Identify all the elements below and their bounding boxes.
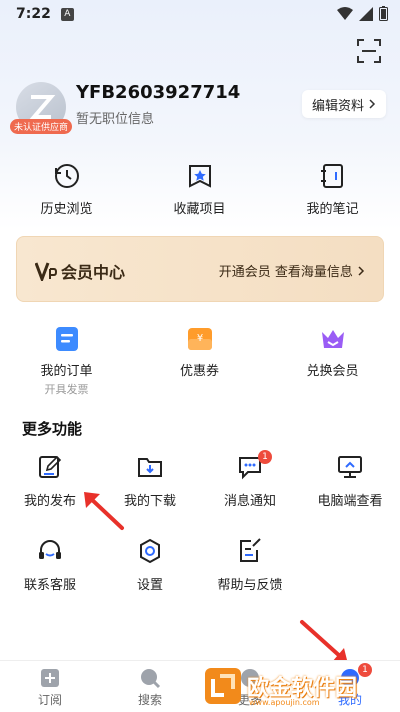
job-title: 暂无职位信息 [76,112,155,127]
chevron-right-icon [358,266,365,276]
notes-button[interactable]: 我的笔记 [266,162,399,217]
status-notification-icon: A [60,7,74,21]
my-downloads-label: 我的下载 [123,494,176,509]
status-bar: 7:22 A [0,0,400,28]
vip-promo[interactable]: 开通会员 查看海量信息 [219,261,365,280]
status-time: 7:22 [16,6,51,22]
tab-search[interactable]: 搜索 [100,661,200,712]
notifications-label: 消息通知 [223,494,276,509]
avatar-logo-icon [29,95,56,119]
search-icon [141,669,161,689]
quick-actions: 历史浏览 收藏项目 我的笔记 [0,162,400,217]
notification-badge: 1 [258,450,272,464]
status-icons [337,6,388,21]
headset-icon [39,540,61,559]
edit-profile-button[interactable]: 编辑资料 [301,90,386,118]
username: YFB2603927714 [76,82,241,103]
vip-logo: 会员中心 [35,259,125,283]
tab-subscribe-label: 订阅 [37,693,62,707]
settings-button[interactable]: 设置 [100,538,200,622]
settings-icon [140,538,160,564]
watermark-url: www.apoujin.com [249,698,320,707]
more-functions-title: 更多功能 [22,420,83,438]
tab-search-label: 搜索 [137,693,162,707]
settings-label: 设置 [136,578,163,593]
unverified-badge: 未认证供应商 [10,119,73,134]
scan-icon[interactable] [356,38,382,64]
functions-row: 我的发布 我的下载 1 消息通知 电脑端查看 [0,450,400,538]
watermark-logo-glyph-icon [211,674,235,697]
functions-row: 联系客服 设置 帮助与反馈 [0,538,400,622]
svg-text:¥: ¥ [196,333,202,344]
notebook-icon [320,164,343,188]
order-actions: 我的订单 开具发票 ¥ 优惠券 兑换会员 [0,326,400,397]
customer-service-button[interactable]: 联系客服 [0,538,100,622]
favorites-label: 收藏项目 [173,202,226,217]
coupon-label: 优惠券 [179,364,219,379]
watermark: 欧金软件园 www.apoujin.com [205,664,395,708]
help-feedback-button[interactable]: 帮助与反馈 [200,538,300,622]
history-icon [54,164,79,188]
customer-service-label: 联系客服 [23,578,76,593]
watermark-logo-icon [205,668,241,704]
redeem-vip-button[interactable]: 兑换会员 [266,326,399,397]
tab-subscribe[interactable]: 订阅 [0,661,100,712]
edit-doc-icon [39,455,62,478]
vip-card[interactable]: 会员中心 开通会员 查看海量信息 [16,236,384,302]
desktop-view-label: 电脑端查看 [317,494,383,509]
battery-icon [379,6,388,21]
annotation-arrow-icon [84,492,124,530]
signal-icon [359,6,373,21]
history-button[interactable]: 历史浏览 [0,162,133,217]
wifi-icon [337,6,353,20]
desktop-view-button[interactable]: 电脑端查看 [300,454,400,538]
favorites-button[interactable]: 收藏项目 [133,162,266,217]
feedback-icon [240,538,261,562]
vip-icon [35,262,57,281]
crown-icon [321,330,344,348]
vip-title: 会员中心 [61,263,126,282]
subscribe-icon [41,669,59,687]
edit-profile-label: 编辑资料 [311,98,364,114]
my-orders-button[interactable]: 我的订单 开具发票 [0,326,133,397]
vip-promo-label: 开通会员 查看海量信息 [218,265,353,280]
download-folder-icon [138,458,162,477]
monitor-icon [338,456,362,478]
help-feedback-label: 帮助与反馈 [217,578,283,593]
history-label: 历史浏览 [40,202,93,217]
chevron-right-icon [369,99,376,109]
profile-header: 未认证供应商 YFB2603927714 暂无职位信息 编辑资料 [10,80,386,140]
notes-label: 我的笔记 [306,202,359,217]
invoice-label[interactable]: 开具发票 [45,381,89,397]
order-icon [55,327,78,351]
notifications-button[interactable]: 1 消息通知 [200,450,300,538]
my-orders-label: 我的订单 [40,364,93,379]
coupon-icon: ¥ [187,328,212,350]
redeem-vip-label: 兑换会员 [306,364,359,379]
bookmark-star-icon [188,165,211,188]
coupon-button[interactable]: ¥ 优惠券 [133,326,266,397]
my-posts-label: 我的发布 [23,494,76,509]
functions-grid: 我的发布 我的下载 1 消息通知 电脑端查看 联系客服 设置 帮助与反馈 [0,450,400,622]
